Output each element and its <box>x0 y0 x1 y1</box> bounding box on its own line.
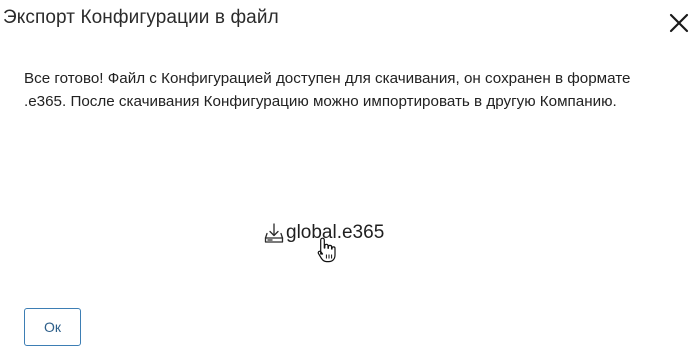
close-icon <box>668 11 690 33</box>
export-config-dialog: Экспорт Конфигурации в файл Все готово! … <box>0 0 697 360</box>
dialog-message: Все готово! Файл с Конфигурацией доступе… <box>24 70 631 110</box>
close-button[interactable] <box>668 11 690 33</box>
download-file-name: global.e365 <box>286 222 385 243</box>
dialog-title: Экспорт Конфигурации в файл <box>3 7 279 28</box>
ok-button[interactable]: Ок <box>24 308 81 346</box>
download-file-link[interactable]: global.e365 <box>263 220 384 246</box>
download-icon <box>263 222 285 244</box>
